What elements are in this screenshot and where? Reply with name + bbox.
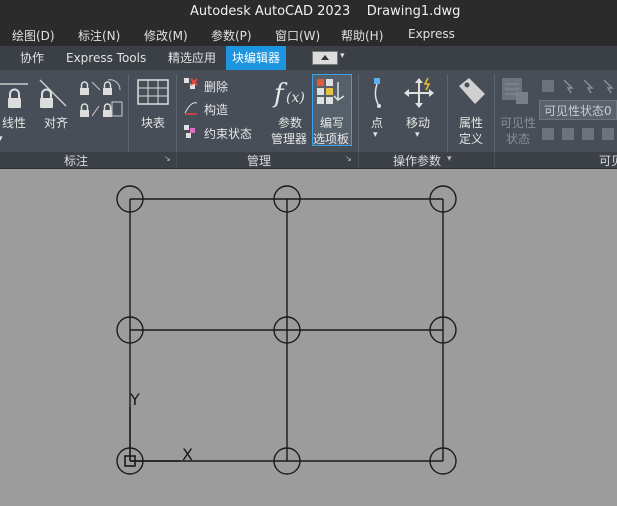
tab-express-tools[interactable]: Express Tools xyxy=(60,46,152,70)
ribbon-tab-bar: 协作 Express Tools 精选应用 块编辑器 ▾ xyxy=(0,46,617,70)
action-panel-footer: 操作参数 ▾ xyxy=(359,152,494,168)
visibility-states-line1[interactable]: 可见性 xyxy=(500,114,536,131)
block-table-icon xyxy=(137,79,169,105)
linear-lock-icon xyxy=(0,83,28,108)
dimension-panel-title: 标注 xyxy=(64,154,89,168)
ribbon-minimize-dropdown-icon[interactable]: ▾ xyxy=(340,51,345,61)
constraint-state-icon xyxy=(184,125,195,138)
angular-radial-constraint-icons[interactable] xyxy=(78,76,124,120)
constraint-state-button[interactable]: 约束状态 xyxy=(204,125,252,142)
visibility-state-select[interactable]: 可见性状态0 xyxy=(539,100,617,120)
tab-featured-apps[interactable]: 精选应用 xyxy=(162,46,222,70)
authoring-palettes-icon xyxy=(317,79,345,104)
visibility-panel-title: 可见 xyxy=(599,154,617,168)
separator xyxy=(176,74,177,152)
separator xyxy=(358,74,359,152)
ucs-y-label: Y xyxy=(129,390,140,409)
aligned-lock-icon xyxy=(39,79,67,108)
tab-collaborate[interactable]: 协作 xyxy=(14,46,50,70)
attribute-definition-line2[interactable]: 定义 xyxy=(459,130,483,147)
move-action-button[interactable]: 移动 xyxy=(406,114,430,131)
menu-dimension[interactable]: 标注(N) xyxy=(78,27,120,44)
svg-text:(x): (x) xyxy=(286,90,305,106)
authoring-palettes-line2: 选项板 xyxy=(313,132,350,146)
separator xyxy=(447,74,448,152)
parameters-manager-line1[interactable]: 参数 xyxy=(278,114,302,131)
construction-button[interactable]: 构造 xyxy=(204,101,228,118)
app-name: Autodesk AutoCAD 2023 xyxy=(190,4,351,19)
tab-block-editor[interactable]: 块编辑器 xyxy=(226,46,287,70)
manage-panel-title: 管理 xyxy=(247,154,272,168)
menu-modify[interactable]: 修改(M) xyxy=(144,27,188,44)
delete-constraint-button[interactable]: 删除 xyxy=(204,78,228,95)
action-panel-title[interactable]: 操作参数 xyxy=(393,152,441,169)
authoring-palettes-line1: 编写 xyxy=(320,116,345,130)
menu-bar: 绘图(D) 标注(N) 修改(M) 参数(P) 窗口(W) 帮助(H) Expr… xyxy=(0,24,617,46)
visibility-states-icon xyxy=(502,78,528,104)
visibility-extra-icons[interactable] xyxy=(540,126,617,144)
attribute-definition-line1[interactable]: 属性 xyxy=(459,114,483,131)
move-dropdown-icon[interactable]: ▾ xyxy=(415,130,420,140)
menu-help[interactable]: 帮助(H) xyxy=(341,27,383,44)
menu-draw[interactable]: 绘图(D) xyxy=(12,27,55,44)
attribute-definition-icon xyxy=(459,78,485,104)
ribbon-minimize-button[interactable] xyxy=(312,51,338,65)
point-dropdown-icon[interactable]: ▾ xyxy=(373,130,378,140)
point-parameter-button[interactable]: 点 xyxy=(371,114,383,131)
dialog-launcher-icon[interactable]: ↘ xyxy=(164,154,171,163)
linear-constraint-label[interactable]: 线性 xyxy=(2,114,26,131)
delete-constraint-icon xyxy=(184,78,198,89)
menu-parametric[interactable]: 参数(P) xyxy=(211,27,252,44)
construction-icon xyxy=(184,102,198,115)
file-name: Drawing1.dwg xyxy=(366,4,461,19)
linear-dropdown-icon[interactable]: ▾ xyxy=(0,134,3,144)
drawing-canvas[interactable]: Y X xyxy=(0,169,617,506)
separator xyxy=(128,74,129,152)
title-bar: Autodesk AutoCAD 2023 Drawing1.dwg xyxy=(0,0,617,24)
aligned-constraint-label[interactable]: 对齐 xyxy=(44,114,68,131)
visibility-tools-icons[interactable] xyxy=(540,78,617,96)
visibility-states-line2[interactable]: 状态 xyxy=(506,130,530,147)
ucs-x-label: X xyxy=(182,445,193,464)
visibility-panel-footer: 可见 xyxy=(495,152,617,168)
move-action-icon xyxy=(404,77,434,108)
window-title: Autodesk AutoCAD 2023 Drawing1.dwg xyxy=(190,4,460,19)
separator xyxy=(494,74,495,152)
menu-express[interactable]: Express xyxy=(408,27,455,41)
dialog-launcher-icon[interactable]: ↘ xyxy=(345,154,352,163)
parameters-manager-line2[interactable]: 管理器 xyxy=(271,130,307,147)
parameters-manager-icon: f (x) xyxy=(272,79,305,109)
point-parameter-icon xyxy=(374,78,381,108)
block-table-button[interactable]: 块表 xyxy=(141,114,165,131)
ribbon: 线性 ▾ 对齐 块表 删除 构造 约束状态 f (x) 参数 管理器 编写 选项… xyxy=(0,70,617,169)
menu-window[interactable]: 窗口(W) xyxy=(275,27,320,44)
manage-panel-footer: 管理 ↘ xyxy=(177,152,358,168)
dimension-panel-footer: 标注 ↘ xyxy=(0,152,176,168)
chevron-down-icon[interactable]: ▾ xyxy=(447,154,452,164)
